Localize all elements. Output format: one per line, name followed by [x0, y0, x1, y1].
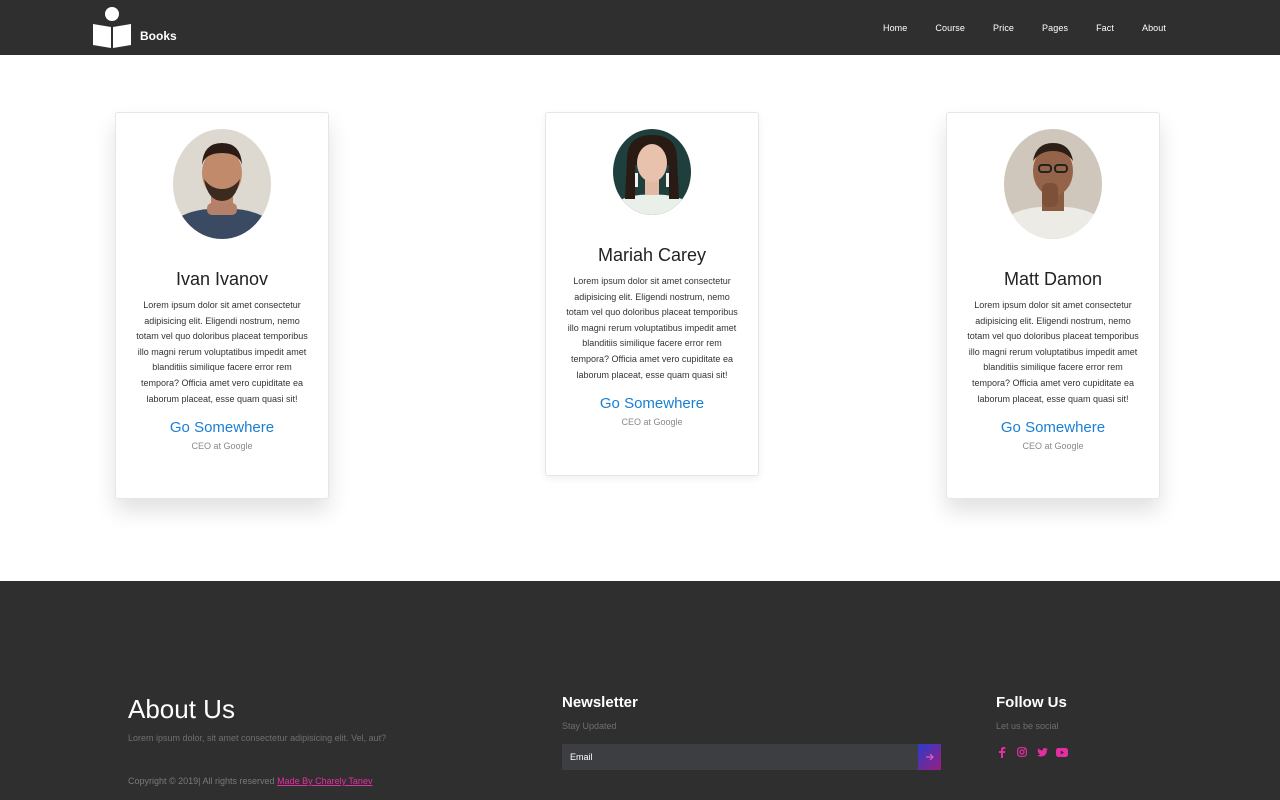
- card-role: CEO at Google: [1022, 441, 1084, 452]
- team-card: Mariah Carey Lorem ipsum dolor sit amet …: [545, 112, 759, 476]
- youtube-icon[interactable]: [1056, 746, 1068, 758]
- nav-link-about[interactable]: About: [1142, 23, 1166, 33]
- subscribe-button[interactable]: [918, 744, 941, 770]
- email-input[interactable]: [562, 744, 918, 770]
- about-title: About Us: [128, 694, 235, 724]
- newsletter-form: [562, 744, 941, 770]
- footer: About Us Lorem ipsum dolor, sit amet con…: [0, 581, 1280, 800]
- nav-link-pages[interactable]: Pages: [1042, 23, 1068, 33]
- social-links: [996, 746, 1076, 758]
- avatar: [173, 129, 271, 239]
- card-description: Lorem ipsum dolor sit amet consectetur a…: [566, 276, 738, 380]
- instagram-icon[interactable]: [1016, 746, 1028, 758]
- follow-title: Follow Us: [996, 694, 1067, 711]
- arrow-right-icon: [925, 753, 934, 761]
- navbar: Books Home Course Price Pages Fact About: [0, 0, 1280, 55]
- go-somewhere-link[interactable]: Go Somewhere: [116, 419, 328, 436]
- follow-subtitle: Let us be social: [996, 721, 1059, 731]
- card-description: Lorem ipsum dolor sit amet consectetur a…: [967, 300, 1139, 404]
- team-card: Ivan Ivanov Lorem ipsum dolor sit amet c…: [115, 112, 329, 499]
- card-role: CEO at Google: [191, 441, 253, 452]
- facebook-icon[interactable]: [996, 746, 1008, 758]
- nav-link-price[interactable]: Price: [993, 23, 1014, 33]
- avatar: [613, 129, 691, 215]
- nav-link-home[interactable]: Home: [883, 23, 907, 33]
- copyright: Copyright © 2019| All rights reserved Ma…: [128, 776, 372, 786]
- nav-link-course[interactable]: Course: [935, 23, 965, 33]
- card-description: Lorem ipsum dolor sit amet consectetur a…: [136, 300, 308, 404]
- person-photo-icon: [1004, 129, 1102, 239]
- brand-logo-link[interactable]: Books: [92, 5, 177, 49]
- avatar: [1004, 129, 1102, 239]
- team-card: Matt Damon Lorem ipsum dolor sit amet co…: [946, 112, 1160, 499]
- card-title: Mariah Carey: [597, 245, 707, 265]
- newsletter-title: Newsletter: [562, 694, 638, 711]
- book-reader-icon: [93, 7, 131, 48]
- nav-links: Home Course Price Pages Fact About: [855, 0, 1166, 55]
- go-somewhere-link[interactable]: Go Somewhere: [546, 395, 758, 412]
- person-photo-icon: [613, 129, 691, 215]
- newsletter-subtitle: Stay Updated: [562, 721, 617, 731]
- card-title: Matt Damon: [1003, 269, 1103, 289]
- card-role: CEO at Google: [621, 417, 683, 428]
- brand-name: Books: [140, 29, 177, 43]
- about-text: Lorem ipsum dolor, sit amet consectetur …: [128, 733, 387, 743]
- twitter-icon[interactable]: [1036, 746, 1048, 758]
- card-title: Ivan Ivanov: [175, 269, 269, 289]
- go-somewhere-link[interactable]: Go Somewhere: [947, 419, 1159, 436]
- copyright-text: Copyright © 2019| All rights reserved: [128, 776, 275, 786]
- person-photo-icon: [173, 129, 271, 239]
- made-by-link[interactable]: Made By Charely Tanev: [277, 776, 372, 786]
- nav-link-fact[interactable]: Fact: [1096, 23, 1114, 33]
